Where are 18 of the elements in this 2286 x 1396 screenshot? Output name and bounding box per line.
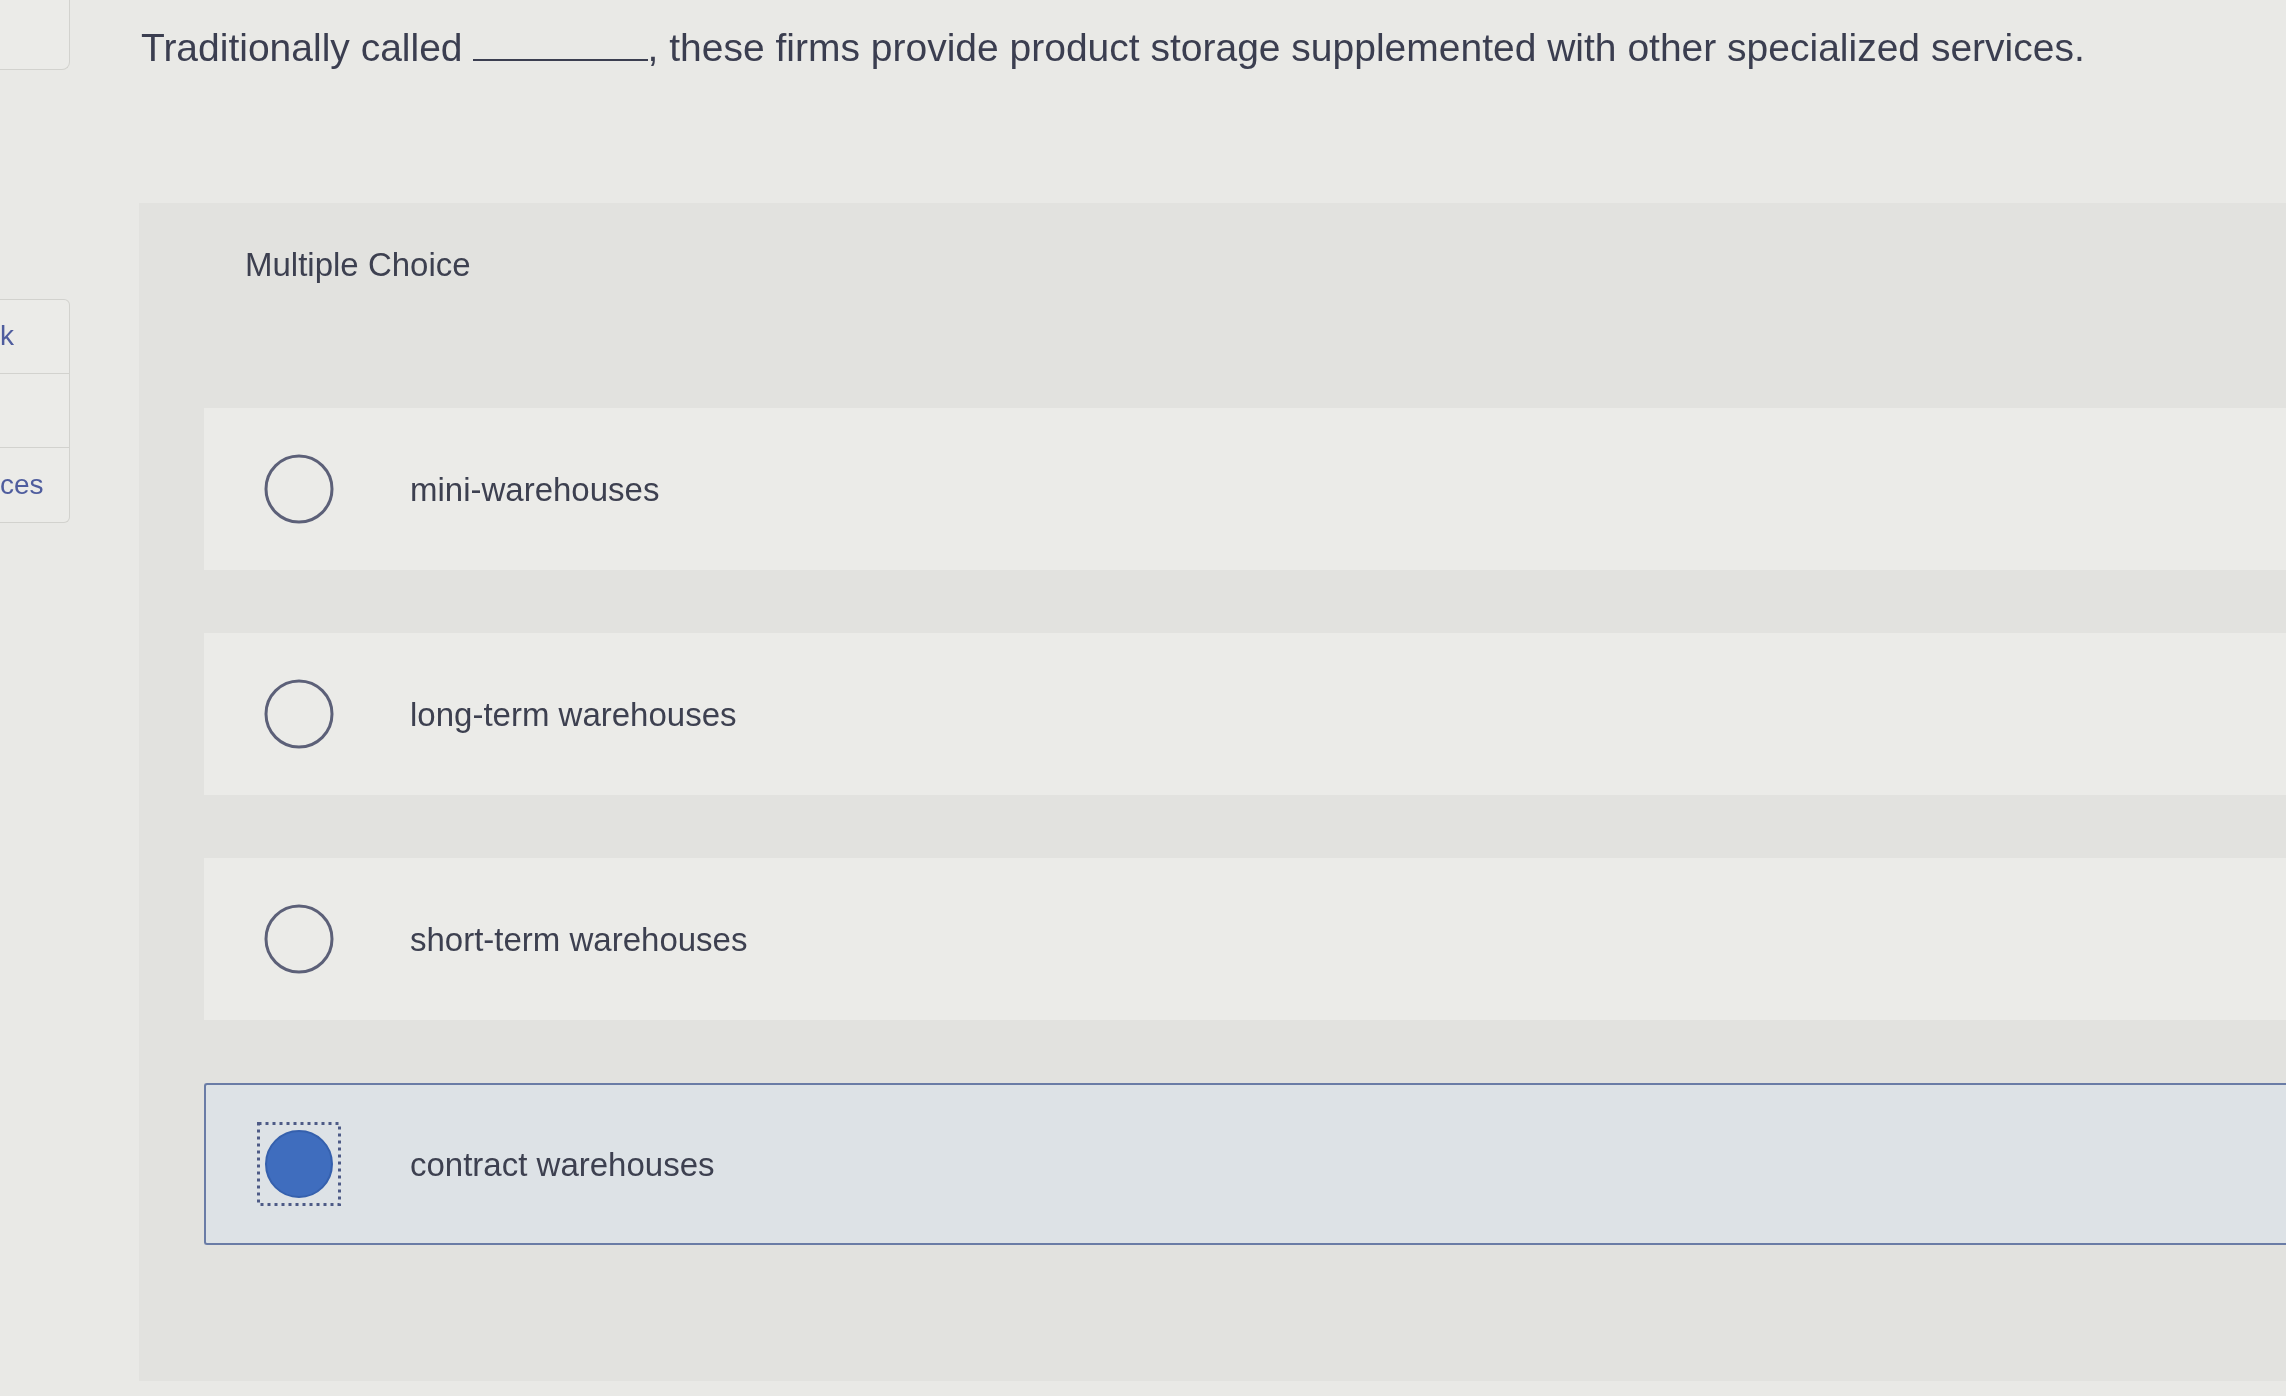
- answer-option[interactable]: contract warehouses: [204, 1083, 2286, 1246]
- side-menu-link[interactable]: k: [0, 321, 14, 352]
- question-text: Traditionally called: [141, 26, 463, 69]
- radio-button[interactable]: [264, 904, 334, 975]
- option-label: mini-warehouses: [410, 469, 660, 510]
- option-label: contract warehouses: [410, 1144, 715, 1185]
- question-type-label: Multiple Choice: [245, 244, 471, 285]
- option-label: long-term warehouses: [410, 694, 737, 735]
- side-menu-link[interactable]: ces: [0, 469, 44, 501]
- question-text: , these firms provide product storage supplemented with other specialized services.: [647, 26, 2085, 69]
- radio-button[interactable]: [264, 679, 334, 750]
- answer-option[interactable]: short-term warehouses: [204, 858, 2286, 1021]
- radio-button[interactable]: [264, 454, 334, 525]
- answer-option[interactable]: long-term warehouses: [204, 633, 2286, 796]
- side-card: [0, 0, 70, 70]
- option-label: short-term warehouses: [410, 919, 748, 960]
- answer-option[interactable]: mini-warehouses: [204, 408, 2286, 571]
- radio-button[interactable]: [257, 1122, 341, 1207]
